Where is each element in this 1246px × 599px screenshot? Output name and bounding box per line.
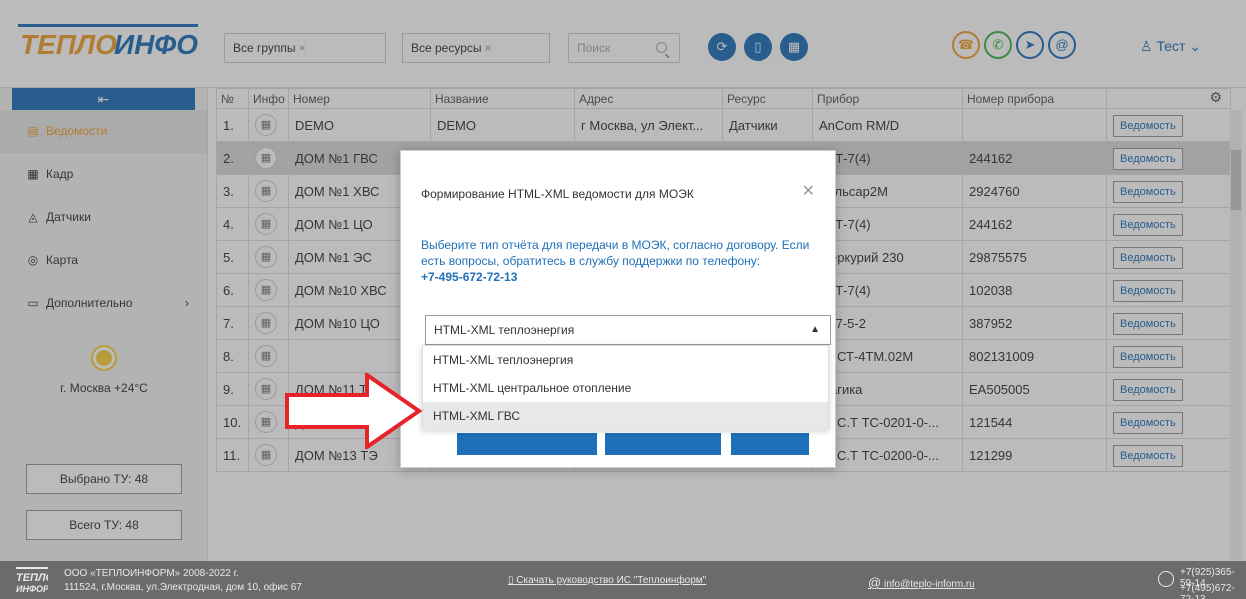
svg-text:ТЕПЛО: ТЕПЛО — [16, 572, 48, 584]
footer: ТЕПЛО ИНФОРМ ООО «ТЕПЛОИНФОРМ» 2008-2022… — [0, 561, 1246, 599]
email-link[interactable]: @ info@teplo-inform.ru — [868, 575, 975, 590]
modal-action-button[interactable] — [731, 433, 809, 455]
support-phone[interactable]: +7-495-672-72-13 — [421, 270, 517, 284]
modal-action-button[interactable] — [605, 433, 721, 455]
document-icon: ▯ — [508, 575, 514, 586]
modal-action-button[interactable] — [457, 433, 597, 455]
dropdown-option[interactable]: HTML-XML центральное отопление — [423, 374, 828, 402]
company-name: ООО «ТЕПЛОИНФОРМ» 2008-2022 г. — [64, 568, 239, 579]
chevron-up-icon: ▲ — [810, 324, 820, 335]
dropdown-option[interactable]: HTML-XML теплоэнергия — [423, 346, 828, 374]
report-type-dropdown: HTML-XML теплоэнергия HTML-XML центральн… — [422, 345, 829, 430]
close-icon[interactable]: ✕ — [802, 181, 815, 201]
download-guide-link[interactable]: ▯ Скачать руководство ИС "Теплоинформ" — [508, 575, 706, 586]
modal-title: Формирование HTML-XML ведомости для МОЭК — [421, 187, 694, 201]
report-type-select[interactable]: HTML-XML теплоэнергия ▲ — [425, 315, 831, 345]
at-icon: @ — [868, 575, 882, 590]
dropdown-option[interactable]: HTML-XML ГВС — [423, 402, 828, 430]
modal-description: Выберите тип отчёта для передачи в МОЭК,… — [421, 238, 810, 284]
company-address: 111524, г.Москва, ул.Электродная, дом 10… — [64, 582, 302, 593]
footer-phone-2[interactable]: +7(495)672-72-13 — [1180, 583, 1246, 599]
svg-text:ИНФОРМ: ИНФОРМ — [16, 584, 48, 593]
red-arrow-icon — [285, 373, 423, 449]
phone-icon — [1158, 571, 1174, 587]
footer-logo: ТЕПЛО ИНФОРМ — [16, 567, 48, 593]
